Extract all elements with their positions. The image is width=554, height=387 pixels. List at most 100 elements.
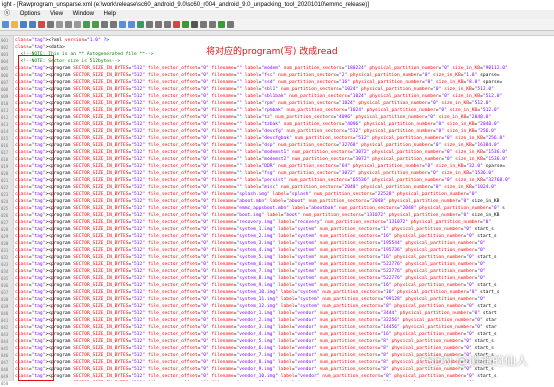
line-number: 006 xyxy=(1,73,9,78)
program-entry-line: class="tag"><program SECTOR_SIZE_IN_BYTE… xyxy=(15,122,500,127)
line-number: 021 xyxy=(1,178,9,183)
line-number: 022 xyxy=(1,185,9,190)
new-icon[interactable] xyxy=(2,21,9,28)
cut-icon[interactable] xyxy=(56,21,63,28)
replace-icon[interactable] xyxy=(110,21,117,28)
line-number: 019 xyxy=(1,164,9,169)
line-number: 038 xyxy=(1,297,9,302)
line-number: 048 xyxy=(1,367,9,372)
stop-icon[interactable] xyxy=(191,21,198,28)
program-entry-line: class="tag"><program SECTOR_SIZE_IN_BYTE… xyxy=(15,80,503,85)
run-icon[interactable] xyxy=(218,21,225,28)
line-number: 035 xyxy=(1,276,9,281)
line-number: 041 xyxy=(1,318,9,323)
program-entry-line: class="tag"><program SECTOR_SIZE_IN_BYTE… xyxy=(15,94,503,99)
record-icon[interactable] xyxy=(173,21,180,28)
copy-icon[interactable] xyxy=(65,21,72,28)
menu-options[interactable]: Options xyxy=(16,10,45,19)
line-number: 050 xyxy=(1,381,9,386)
close-icon[interactable] xyxy=(38,21,45,28)
program-entry-line: class="tag"><program SECTOR_SIZE_IN_BYTE… xyxy=(15,290,500,295)
program-entry-line: class="tag"><program SECTOR_SIZE_IN_BYTE… xyxy=(15,199,500,204)
program-entry-line: class="tag"><program SECTOR_SIZE_IN_BYTE… xyxy=(15,108,500,113)
save-macro-icon[interactable] xyxy=(209,21,216,28)
macro-icon[interactable] xyxy=(200,21,207,28)
redo-icon[interactable] xyxy=(92,21,99,28)
program-entry-line: class="tag"><program SECTOR_SIZE_IN_BYTE… xyxy=(15,332,497,337)
menu-window[interactable]: Window xyxy=(69,10,98,19)
menu-bar: ⓢ Options View Window Help xyxy=(0,10,554,19)
play-icon[interactable] xyxy=(182,21,189,28)
xml-header-line: class="tag"><?xml version="1.0" ?> xyxy=(15,38,110,43)
undo-icon[interactable] xyxy=(83,21,90,28)
open-icon[interactable] xyxy=(11,21,18,28)
program-entry-line: class="tag"><program SECTOR_SIZE_IN_BYTE… xyxy=(15,297,486,302)
zoom-out-icon[interactable] xyxy=(128,21,135,28)
line-number: 015 xyxy=(1,136,9,141)
line-number: 027 xyxy=(1,220,9,225)
line-number: 029 xyxy=(1,234,9,239)
program-entry-line: class="tag"><program SECTOR_SIZE_IN_BYTE… xyxy=(15,255,497,260)
menu-app-icon[interactable]: ⓢ xyxy=(0,10,14,19)
find-icon[interactable] xyxy=(101,21,108,28)
program-entry-line: class="tag"><program SECTOR_SIZE_IN_BYTE… xyxy=(15,213,500,218)
menu-help[interactable]: Help xyxy=(100,10,120,19)
editor[interactable]: 001 002 003 004 005 006 007 008 009 010 011 012 013 0… xyxy=(0,36,554,386)
line-number: 047 xyxy=(1,360,9,365)
line-number: 010 xyxy=(1,101,9,106)
program-entry-line: class="tag"><program SECTOR_SIZE_IN_BYTE… xyxy=(15,178,511,183)
program-entry-line: class="tag"><program SECTOR_SIZE_IN_BYTE… xyxy=(15,304,497,309)
program-entry-line: class="tag"><program SECTOR_SIZE_IN_BYTE… xyxy=(15,227,494,232)
sync-icon[interactable] xyxy=(137,21,144,28)
program-entry-line: class="tag"><program SECTOR_SIZE_IN_BYTE… xyxy=(15,129,497,134)
indent-icon[interactable] xyxy=(155,21,162,28)
line-number: 034 xyxy=(1,269,9,274)
line-number: 011 xyxy=(1,108,9,113)
toolbar xyxy=(0,19,554,31)
program-entry-line: class="tag"><program SECTOR_SIZE_IN_BYTE… xyxy=(15,185,497,190)
line-number: 020 xyxy=(1,171,9,176)
program-entry-line: class="tag"><program SECTOR_SIZE_IN_BYTE… xyxy=(15,87,494,92)
watermark: CSDN @逍遥的仙人 xyxy=(418,354,529,368)
format-icon[interactable] xyxy=(164,21,171,28)
line-number: 040 xyxy=(1,311,9,316)
annotation-text: 将对应的program(写) 改成read xyxy=(206,47,338,57)
code-area[interactable]: class="tag"><?xml version="1.0" ?> class=… xyxy=(15,36,554,381)
program-entry-line: class="tag"><program SECTOR_SIZE_IN_BYTE… xyxy=(15,143,500,148)
line-number: 044 xyxy=(1,339,9,344)
wrap-icon[interactable] xyxy=(146,21,153,28)
program-entry-line: class="tag"><program SECTOR_SIZE_IN_BYTE… xyxy=(15,283,497,288)
paste-icon[interactable] xyxy=(74,21,81,28)
program-entry-line: class="tag"><program SECTOR_SIZE_IN_BYTE… xyxy=(15,339,494,344)
save-all-icon[interactable] xyxy=(29,21,36,28)
program-entry-line: class="tag"><program SECTOR_SIZE_IN_BYTE… xyxy=(15,115,492,120)
line-number: 008 xyxy=(1,87,9,92)
program-entry-line: class="tag"><program SECTOR_SIZE_IN_BYTE… xyxy=(15,325,497,330)
program-entry-line: class="tag"><program SECTOR_SIZE_IN_BYTE… xyxy=(15,101,492,106)
program-entry-line: class="tag"><program SECTOR_SIZE_IN_BYTE… xyxy=(15,192,478,197)
save-icon[interactable] xyxy=(20,21,27,28)
line-number: 023 xyxy=(1,192,9,197)
line-number: 013 xyxy=(1,122,9,127)
menu-view[interactable]: View xyxy=(46,10,67,19)
program-entry-line: class="tag"><program SECTOR_SIZE_IN_BYTE… xyxy=(15,318,497,323)
line-number: 045 xyxy=(1,346,9,351)
line-number: 031 xyxy=(1,248,9,253)
zoom-in-icon[interactable] xyxy=(119,21,126,28)
program-entry-line: class="tag"><program SECTOR_SIZE_IN_BYTE… xyxy=(15,248,486,253)
line-number: 017 xyxy=(1,150,9,155)
line-number: 005 xyxy=(1,66,9,71)
line-number-gutter: 001 002 003 004 005 006 007 008 009 010 011 012 013 0… xyxy=(0,36,14,386)
line-number: 037 xyxy=(1,290,9,295)
line-number: 046 xyxy=(1,353,9,358)
program-entry-line: class="tag"><program SECTOR_SIZE_IN_BYTE… xyxy=(15,150,508,155)
line-number: 012 xyxy=(1,115,9,120)
line-number: 030 xyxy=(1,241,9,246)
program-entry-line: class="tag"><program SECTOR_SIZE_IN_BYTE… xyxy=(15,262,486,267)
program-entry-line: class="tag"><program SECTOR_SIZE_IN_BYTE… xyxy=(15,206,505,211)
program-entry-line: class="tag"><program SECTOR_SIZE_IN_BYTE… xyxy=(15,66,508,71)
settings-icon[interactable] xyxy=(227,21,234,28)
line-number: 049 xyxy=(1,374,9,379)
print-icon[interactable] xyxy=(47,21,54,28)
line-number: 028 xyxy=(1,227,9,232)
